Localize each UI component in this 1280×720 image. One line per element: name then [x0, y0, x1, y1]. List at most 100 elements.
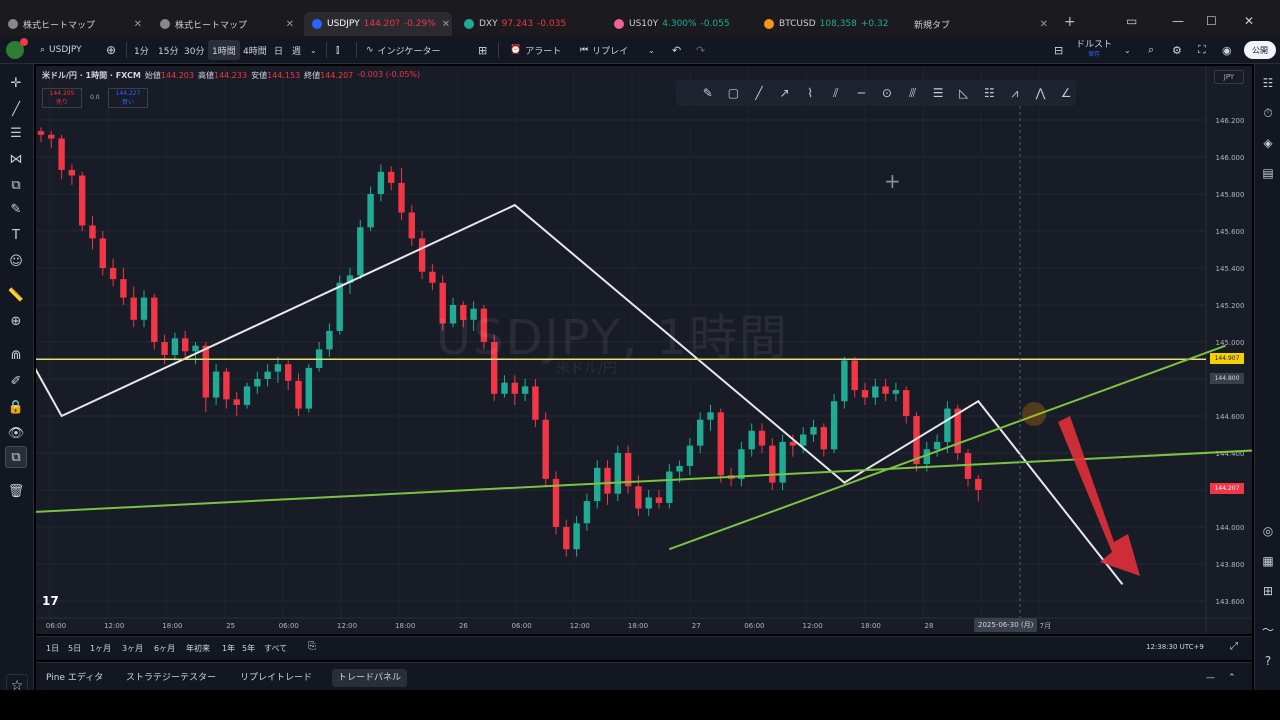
close-icon[interactable]: ✕ — [280, 19, 294, 30]
apps-grid-icon[interactable]: ⊞ — [1259, 582, 1277, 600]
pattern-icon[interactable]: ⋈ — [5, 148, 27, 170]
browser-tab-us10y[interactable]: US10Y 4.300% -0.055 — [606, 12, 754, 36]
sell-button[interactable]: 144.205 売り — [42, 88, 82, 108]
close-icon[interactable]: ✕ — [1034, 19, 1048, 30]
compare-symbol-icon[interactable]: ⊕ — [106, 36, 116, 64]
circle-icon[interactable]: ⊙ — [877, 83, 897, 103]
undo-icon[interactable]: ↶ — [672, 36, 681, 64]
range-6m[interactable]: 6ヶ月 — [154, 643, 175, 654]
camera-icon[interactable]: ◉ — [1222, 36, 1232, 64]
range-1m[interactable]: 1ヶ月 — [90, 643, 111, 654]
redo-icon[interactable]: ↷ — [696, 36, 705, 64]
publish-button[interactable]: 公開 — [1244, 41, 1276, 59]
tab-replay-trade[interactable]: リプレイトレード — [234, 669, 318, 687]
elliott-icon[interactable]: ⩘ — [1005, 83, 1025, 103]
alert-button[interactable]: ⏰ アラート — [510, 36, 561, 64]
tab-strategy-tester[interactable]: ストラテジーテスター — [120, 669, 222, 687]
replay-button[interactable]: ⏮ リプレイ — [580, 36, 628, 64]
interval-4h[interactable]: 4時間 — [243, 36, 267, 64]
browser-tab-new[interactable]: 新規タブ ✕ — [906, 12, 1056, 36]
layers-icon[interactable]: ◈ — [1259, 134, 1277, 152]
interval-1m[interactable]: 1分 — [134, 36, 149, 64]
line-icon[interactable]: ╱ — [749, 83, 769, 103]
target-icon[interactable]: ◎ — [1259, 522, 1277, 540]
channel-icon[interactable]: ⫽ — [826, 83, 846, 103]
buy-button[interactable]: 144.227 買い — [108, 88, 148, 108]
text-icon[interactable]: T — [5, 224, 27, 246]
range-all[interactable]: すべて — [264, 643, 287, 654]
range-5d[interactable]: 5日 — [68, 643, 81, 654]
minimize-icon[interactable]: — — [1172, 14, 1184, 28]
trend-line-icon[interactable]: ╱ — [5, 98, 27, 120]
hide-drawings-icon[interactable]: 👁 — [5, 422, 27, 444]
sync-drawings-icon[interactable]: ⧉ — [5, 446, 27, 468]
tab-trade-panel[interactable]: トレードパネル — [332, 669, 408, 687]
horizontal-lines-icon[interactable]: ☰ — [5, 122, 27, 144]
crosshair-icon[interactable]: ✛ — [5, 72, 27, 94]
chat-icon[interactable]: ▤ — [1259, 164, 1277, 182]
interval-30m[interactable]: 30分 — [184, 36, 204, 64]
range-3m[interactable]: 3ヶ月 — [122, 643, 143, 654]
symbol-search[interactable]: ⌕ USDJPY — [40, 36, 82, 64]
ruler-icon[interactable]: 📏 — [5, 284, 27, 306]
path-icon[interactable]: ⌇ — [800, 83, 820, 103]
layout-grid-icon[interactable]: ⊟ — [1054, 36, 1063, 64]
chevron-down-icon[interactable]: ⌄ — [648, 36, 655, 64]
chevron-down-icon[interactable]: ⌄ — [1124, 36, 1131, 64]
angle-icon[interactable]: ◺ — [954, 83, 974, 103]
keep-drawing-icon[interactable]: ✐ — [5, 370, 27, 392]
interval-day[interactable]: 日 — [274, 36, 283, 64]
maximize-panel-icon[interactable]: ⌃ — [1222, 669, 1242, 687]
watchlist-icon[interactable]: ☷ — [1259, 74, 1277, 92]
browser-tab-2[interactable]: 株式ヒートマップ ✕ — [152, 12, 302, 36]
window-close-icon[interactable]: ✕ — [1244, 14, 1254, 28]
calendar-icon[interactable]: ▦ — [1259, 552, 1277, 570]
lock-icon[interactable]: 🔒 — [5, 396, 27, 418]
range-5y[interactable]: 5年 — [242, 643, 255, 654]
forecast-icon[interactable]: ⧉ — [5, 174, 27, 196]
interval-week[interactable]: 週 — [292, 36, 301, 64]
browser-tab-usdjpy[interactable]: USDJPY 144.20? -0.29% ✕ — [304, 12, 452, 36]
wave-icon[interactable]: ⋀ — [1031, 83, 1051, 103]
close-icon[interactable]: ✕ — [128, 19, 142, 30]
maximize-icon[interactable]: ☐ — [1206, 14, 1217, 28]
browser-tab-btcusd[interactable]: BTCUSD 108,358 +0.32 — [756, 12, 904, 36]
indicators-button[interactable]: ∿ インジケーター — [366, 36, 441, 64]
help-icon[interactable]: ? — [1259, 652, 1277, 670]
window-menu-icon[interactable]: ▭ — [1126, 14, 1137, 28]
trash-icon[interactable]: 🗑 — [5, 480, 27, 502]
rectangle-icon[interactable]: ▢ — [724, 83, 744, 103]
bar-style-icon[interactable]: ⫾ — [336, 36, 340, 64]
fib-icon[interactable]: ☰ — [928, 83, 948, 103]
ray-icon[interactable]: ↗ — [775, 83, 795, 103]
layout-name[interactable]: ドルスト 保存 — [1076, 36, 1112, 64]
parallel-icon[interactable]: ⫻ — [903, 83, 923, 103]
pen-icon[interactable]: ✎ — [698, 83, 718, 103]
emoji-icon[interactable]: ☺ — [5, 250, 27, 272]
close-icon[interactable]: ✕ — [436, 19, 450, 30]
interval-1h[interactable]: 1時間 — [208, 40, 240, 60]
chart-pane[interactable]: 146.200 146.000 145.800 145.600 145.400 145.2… — [36, 66, 1252, 634]
horizontal-line-icon[interactable]: ─ — [852, 83, 872, 103]
tab-pine-editor[interactable]: Pine エディタ — [40, 669, 109, 687]
quick-search-icon[interactable]: ⌕ — [1148, 36, 1154, 64]
stream-icon[interactable]: 〜 — [1259, 620, 1277, 638]
browser-tab-1[interactable]: 株式ヒートマップ ✕ — [0, 12, 150, 36]
minimize-panel-icon[interactable]: — — [1200, 669, 1221, 687]
brush-icon[interactable]: ✎ — [5, 198, 27, 220]
interval-15m[interactable]: 15分 — [158, 36, 178, 64]
new-tab-plus-icon[interactable]: + — [1064, 14, 1076, 30]
fullscreen-icon[interactable]: ⛶ — [1198, 36, 1206, 64]
templates-grid-icon[interactable]: ⊞ — [478, 36, 487, 64]
range-ytd[interactable]: 年初来 — [186, 643, 210, 654]
currency-label[interactable]: JPY — [1214, 70, 1244, 84]
chevron-down-icon[interactable]: ⌄ — [310, 36, 317, 64]
clock-timezone[interactable]: 12:38:30 UTC+9 — [1146, 643, 1204, 651]
browser-tab-dxy[interactable]: DXY 97.243 -0.035 — [456, 12, 604, 36]
alerts-clock-icon[interactable]: ⏱ — [1259, 104, 1277, 122]
chart-settings-icon[interactable]: ⤢ — [1230, 641, 1238, 652]
settings-gear-icon[interactable]: ⚙ — [1172, 36, 1182, 64]
range-1y[interactable]: 1年 — [222, 643, 235, 654]
measure-icon[interactable]: ∠ — [1056, 83, 1076, 103]
goto-date-icon[interactable]: ⎘ — [308, 641, 316, 652]
